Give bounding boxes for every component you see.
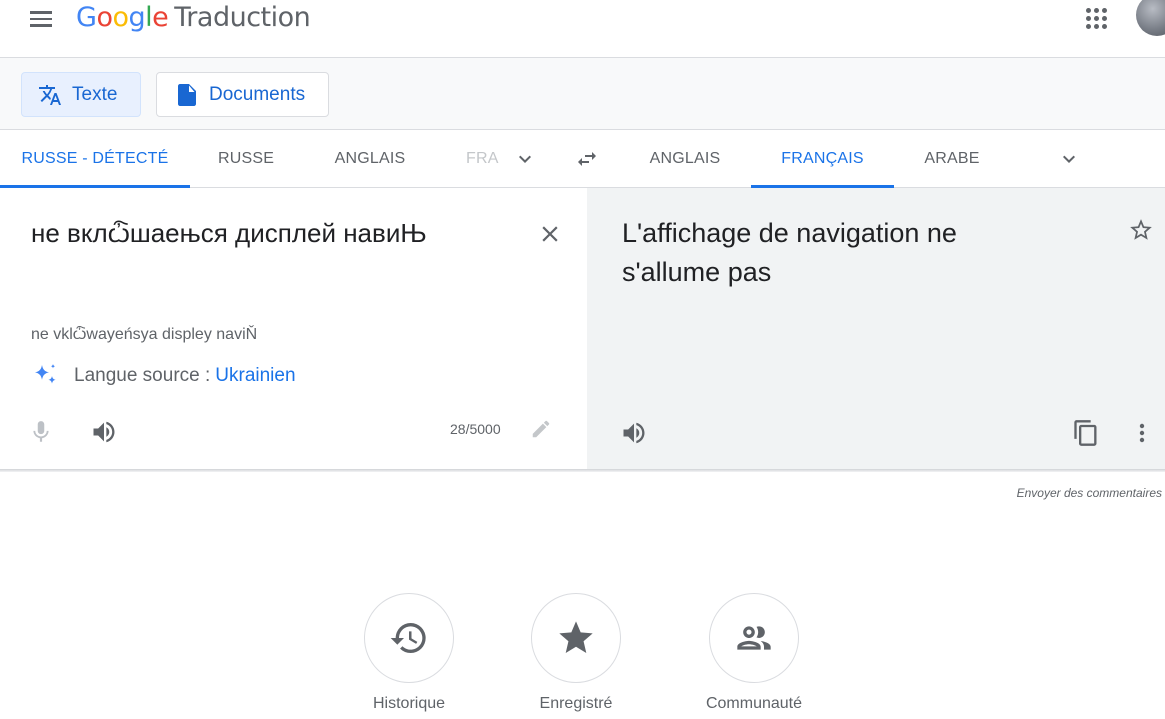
speaker-icon[interactable]	[620, 419, 648, 447]
avatar[interactable]	[1136, 0, 1165, 36]
documents-mode-button[interactable]: Documents	[156, 72, 329, 117]
copy-icon[interactable]	[1072, 418, 1100, 448]
community-label: Communauté	[705, 695, 803, 712]
menu-icon[interactable]	[26, 6, 56, 32]
saved-button[interactable]: Enregistré	[496, 593, 656, 713]
translation-output: L'affichage de navigation ne s'allume pa…	[622, 218, 957, 287]
mic-icon[interactable]	[28, 419, 54, 445]
chevron-down-icon[interactable]	[1057, 147, 1081, 171]
target-panel: L'affichage de navigation ne s'allume pa…	[587, 188, 1165, 470]
documents-mode-label: Documents	[209, 83, 306, 105]
saved-label: Enregistré	[539, 695, 613, 712]
swap-icon[interactable]	[574, 147, 600, 171]
transliteration: ne vklѽwayeńsya displey naviŇ	[31, 326, 258, 343]
mode-bar: Texte Documents	[0, 58, 1165, 130]
text-mode-button[interactable]: Texte	[21, 72, 141, 117]
people-icon	[737, 626, 771, 650]
community-circle	[709, 593, 799, 683]
send-feedback-link[interactable]: Envoyer des commentaires	[1017, 486, 1162, 500]
document-icon	[175, 83, 199, 107]
target-lang-tab-francais[interactable]: FRANÇAIS	[751, 130, 894, 188]
close-icon[interactable]	[537, 221, 563, 247]
speaker-icon[interactable]	[90, 418, 118, 446]
app-header: Google Traduction	[0, 0, 1165, 58]
detected-language-link[interactable]: Ukrainien	[215, 365, 295, 387]
source-lang-tab-anglais[interactable]: ANGLAIS	[302, 130, 438, 188]
star-icon[interactable]	[1128, 217, 1154, 243]
logo-letter: g	[128, 2, 146, 33]
logo-letter: G	[76, 2, 97, 33]
detected-language-row: Langue source : Ukrainien	[30, 362, 296, 390]
community-button[interactable]: Communauté	[674, 593, 834, 713]
source-panel: не вклѽшаењся дисплей навиЊ ne vklѽwayeń…	[0, 188, 587, 470]
google-translate-logo[interactable]: Google Traduction	[76, 2, 311, 33]
logo-letter: e	[152, 2, 169, 33]
sparkle-icon	[35, 364, 56, 384]
source-lang-tab-francais[interactable]: FRA	[438, 130, 500, 188]
target-lang-tab-arabe[interactable]: ARABE	[894, 130, 1010, 188]
history-button[interactable]: Historique	[329, 593, 489, 713]
source-lang-tab-russe[interactable]: RUSSE	[190, 130, 302, 188]
text-mode-label: Texte	[72, 83, 118, 105]
logo-letter: o	[96, 2, 113, 33]
logo-letter: o	[112, 2, 129, 33]
target-lang-tab-anglais[interactable]: ANGLAIS	[620, 130, 750, 188]
more-vert-icon[interactable]	[1135, 421, 1149, 445]
character-counter: 28/5000	[450, 421, 501, 437]
star-icon	[559, 621, 593, 653]
language-bar: RUSSE - DÉTECTÉ RUSSE ANGLAIS FRA ANGLAI…	[0, 130, 1165, 188]
history-circle	[364, 593, 454, 683]
detected-language-prefix: Langue source :	[74, 365, 211, 386]
saved-circle	[531, 593, 621, 683]
history-icon	[390, 623, 426, 653]
pencil-icon[interactable]	[530, 418, 552, 440]
translate-icon	[38, 83, 62, 107]
apps-icon[interactable]	[1084, 6, 1108, 30]
product-name: Traduction	[174, 2, 311, 33]
panel-divider	[0, 469, 1165, 472]
source-text-input[interactable]: не вклѽшаењся дисплей навиЊ	[31, 218, 427, 249]
history-label: Historique	[372, 695, 446, 712]
source-lang-detected-tab[interactable]: RUSSE - DÉTECTÉ	[0, 130, 190, 188]
chevron-down-icon[interactable]	[513, 147, 537, 171]
